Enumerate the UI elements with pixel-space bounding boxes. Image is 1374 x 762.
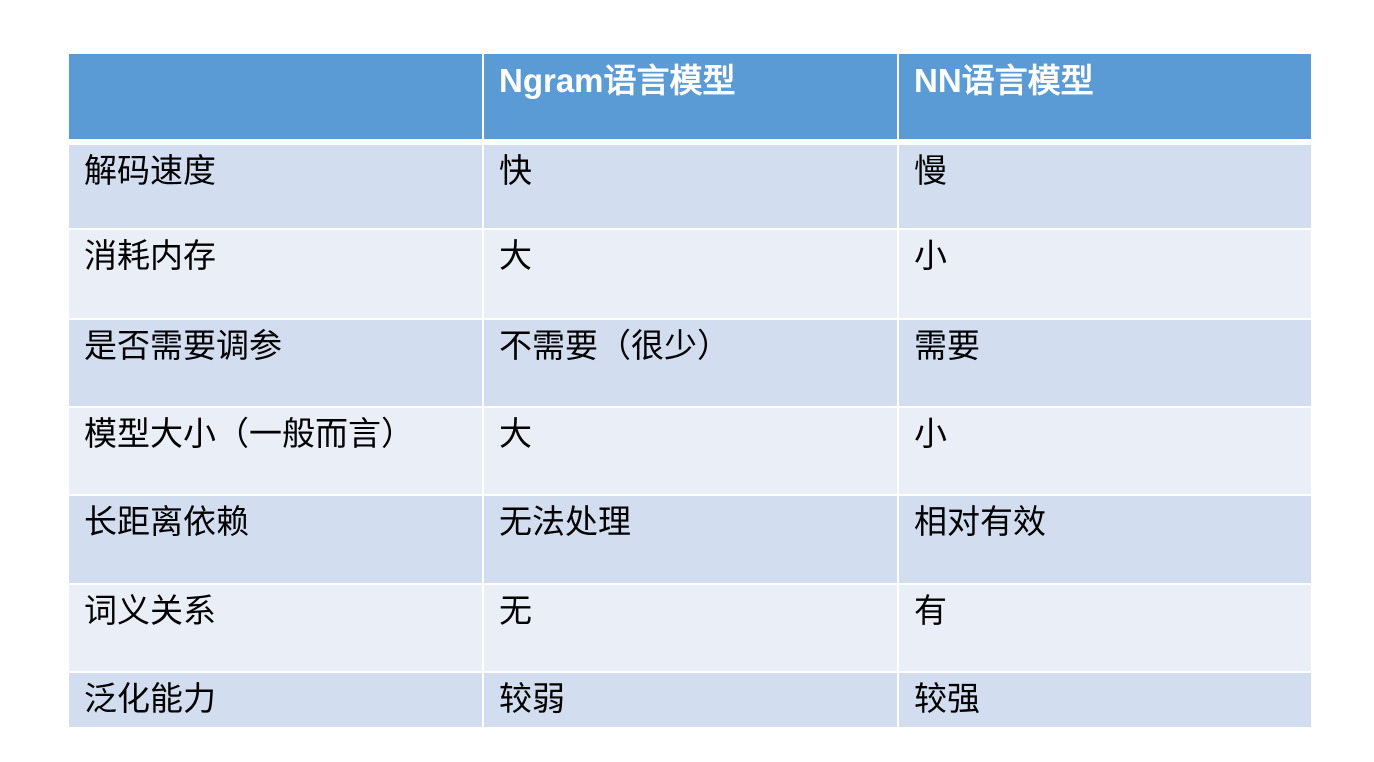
cell-ngram-model-size: 大 (484, 408, 897, 494)
cell-ngram-long-dependency: 无法处理 (484, 496, 897, 583)
row-label-long-dependency: 长距离依赖 (69, 496, 482, 583)
row-label-memory: 消耗内存 (69, 230, 482, 318)
cell-nn-tuning: 需要 (899, 320, 1311, 406)
row-label-word-semantics: 词义关系 (69, 585, 482, 671)
cell-nn-decode-speed: 慢 (899, 145, 1311, 228)
row-label-model-size: 模型大小（一般而言） (69, 408, 482, 494)
header-cell-empty (69, 54, 482, 143)
cell-nn-word-semantics: 有 (899, 585, 1311, 671)
cell-nn-memory: 小 (899, 230, 1311, 318)
comparison-table: Ngram语言模型 NN语言模型 解码速度 快 慢 消耗内存 大 小 是否需要调… (69, 54, 1311, 727)
cell-ngram-tuning: 不需要（很少） (484, 320, 897, 406)
cell-nn-model-size: 小 (899, 408, 1311, 494)
header-cell-ngram: Ngram语言模型 (484, 54, 897, 143)
cell-nn-long-dependency: 相对有效 (899, 496, 1311, 583)
row-label-decode-speed: 解码速度 (69, 145, 482, 228)
header-cell-nn: NN语言模型 (899, 54, 1311, 143)
cell-ngram-memory: 大 (484, 230, 897, 318)
cell-ngram-generalization: 较弱 (484, 673, 897, 727)
cell-ngram-decode-speed: 快 (484, 145, 897, 228)
cell-ngram-word-semantics: 无 (484, 585, 897, 671)
cell-nn-generalization: 较强 (899, 673, 1311, 727)
row-label-tuning: 是否需要调参 (69, 320, 482, 406)
row-label-generalization: 泛化能力 (69, 673, 482, 727)
